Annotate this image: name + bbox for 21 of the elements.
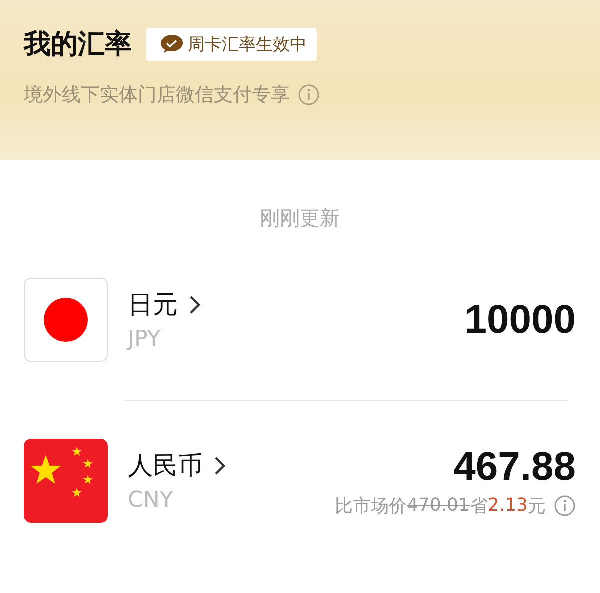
currency-name[interactable]: 人民币 <box>128 449 203 482</box>
saving-amount: 2.13 <box>488 495 528 516</box>
china-flag-icon <box>24 439 108 523</box>
save-label: 省 <box>470 494 488 518</box>
compare-label: 比市场价 <box>334 494 407 518</box>
amount[interactable]: 467.88 <box>454 444 576 490</box>
japan-flag-icon <box>24 278 108 362</box>
unit-label: 元 <box>528 494 546 518</box>
market-price: 470.01 <box>406 495 470 516</box>
currency-code: CNY <box>128 488 174 513</box>
amount[interactable]: 10000 <box>464 298 576 342</box>
currency-name[interactable]: 日元 <box>128 288 178 321</box>
chat-bubble-icon <box>160 34 184 54</box>
currency-code: JPY <box>128 327 162 352</box>
page-title: 我的汇率 <box>24 28 132 62</box>
update-time: 刚刚更新 <box>260 206 340 230</box>
subtitle: 境外线下实体门店微信支付专享 <box>24 83 290 108</box>
chevron-right-icon[interactable] <box>188 294 202 316</box>
badge-text: 周卡汇率生效中 <box>188 34 307 56</box>
info-icon[interactable] <box>554 494 576 516</box>
chevron-right-icon[interactable] <box>213 454 227 476</box>
